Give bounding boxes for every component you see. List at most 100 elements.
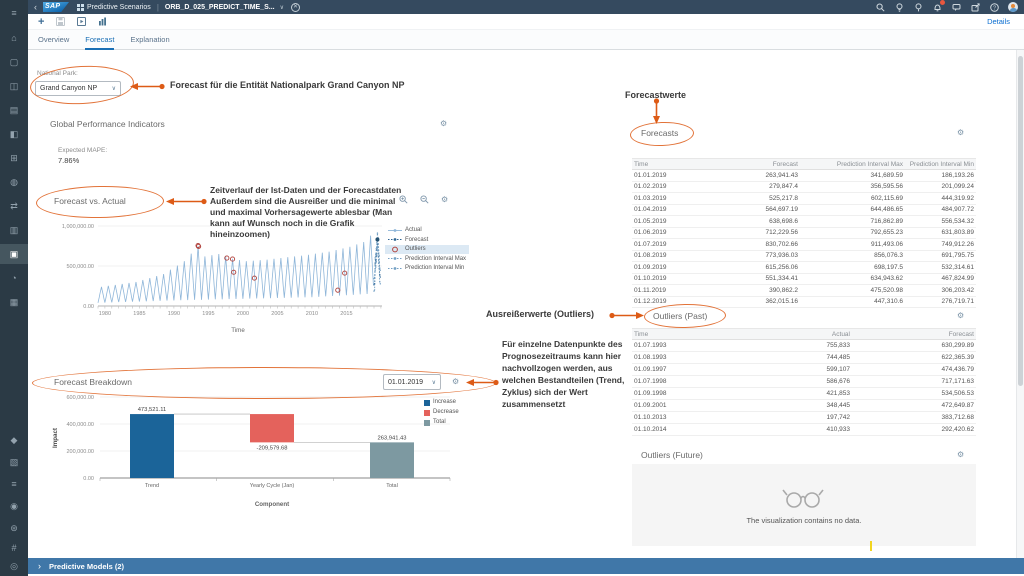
nav-objects-icon[interactable]: # [0,538,28,558]
save-button[interactable] [56,13,65,31]
table-row[interactable]: 01.03.2019525,217.8602,115.69444,319.92 [632,193,976,205]
table-row[interactable]: 01.06.2019712,229.56792,655.23631,803.89 [632,228,976,240]
back-icon[interactable]: ‹ [34,2,37,12]
expand-chevron-icon[interactable]: › [38,561,41,571]
table-row[interactable]: 01.09.2019615,256.06698,197.5532,314.61 [632,262,976,274]
smart-assist-icon[interactable] [913,2,923,12]
column-header[interactable]: Time [632,161,737,168]
fva-title: Forecast vs. Actual [54,196,126,206]
product-breadcrumb[interactable]: Predictive Scenarios [77,4,151,11]
svg-text:0.00: 0.00 [83,304,94,310]
breakdown-settings-gear-icon[interactable]: ⚙ [452,377,459,386]
legend-item[interactable]: Prediction Interval Max [385,255,469,264]
add-button[interactable]: + [38,17,44,27]
discussion-icon[interactable] [951,2,961,12]
chevron-down-icon[interactable]: ∨ [280,4,284,11]
predictive-models-label: Predictive Models (2) [49,562,124,571]
national-park-select[interactable]: Grand Canyon NP ∨ [35,81,121,96]
table-row[interactable]: 01.07.1998586,676717,171.63 [632,376,976,388]
nav-files-icon[interactable]: ◫ [0,76,28,96]
insight-icon[interactable] [894,2,904,12]
annotation-forecastwerte: Forecastwerte [625,90,686,100]
nav-data-flows-icon[interactable]: ⇄ [0,196,28,216]
column-header[interactable]: Actual [752,331,852,338]
document-title[interactable]: ORB_D_025_PREDICT_TIME_S... [165,4,275,11]
chart-view-icon[interactable] [98,13,107,31]
outliers-past-table: TimeActualForecast 01.07.1993755,833630,2… [632,328,976,436]
nav-info-icon[interactable]: ◎ [0,556,28,576]
table-row[interactable]: 01.02.2019279,847.4356,595.56201,099.24 [632,182,976,194]
product-label: Predictive Scenarios [87,4,151,11]
tab-forecast[interactable]: Forecast [85,30,114,50]
column-header[interactable]: Forecast [737,161,800,168]
zoom-out-icon[interactable] [420,195,429,206]
legend-item[interactable]: Outliers [385,245,469,254]
user-avatar[interactable] [1008,2,1018,12]
nav-tools-icon[interactable]: ◆ [0,430,28,450]
nav-profile-icon[interactable]: ◉ [0,496,28,516]
legend-item[interactable]: Increase [424,398,459,407]
nav-applications-icon[interactable]: ⊞ [0,148,28,168]
table-row[interactable]: 01.10.2014410,933292,420.62 [632,424,976,436]
vertical-scrollbar[interactable] [1016,50,1024,558]
column-header[interactable]: Prediction Interval Max [800,161,905,168]
run-button[interactable] [77,13,86,31]
gpi-settings-gear-icon[interactable]: ⚙ [440,119,447,128]
breakdown-date-select[interactable]: 01.01.2019 ∨ [383,374,441,390]
column-header[interactable]: Prediction Interval Min [905,161,976,168]
nav-home-icon[interactable]: ⌂ [0,28,28,48]
legend-item[interactable]: Decrease [424,408,459,417]
outliers-future-settings-gear-icon[interactable]: ⚙ [957,450,964,459]
table-cell: 383,712.68 [852,414,976,421]
nav-settings-icon[interactable]: ⊛ [0,518,28,538]
nav-presentations-icon[interactable]: ◧ [0,124,28,144]
table-row[interactable]: 01.10.2013197,742383,712.68 [632,412,976,424]
table-row[interactable]: 01.08.2019773,936.03856,076.3691,795.75 [632,251,976,263]
nav-datasets-icon[interactable]: ◍ [0,172,28,192]
table-row[interactable]: 01.04.2019564,697.19644,486.65484,907.72 [632,205,976,217]
help-icon[interactable]: ? [989,2,999,12]
fva-settings-gear-icon[interactable]: ⚙ [441,195,448,204]
predictive-models-bar[interactable]: › Predictive Models (2) [28,558,1024,574]
scrollbar-thumb[interactable] [1018,56,1023,386]
notifications-bell-icon[interactable] [932,2,942,12]
table-cell: 773,936.03 [737,252,800,259]
table-row[interactable]: 01.08.1993744,485622,365.39 [632,352,976,364]
table-row[interactable]: 01.12.2019362,015.16447,310.6276,719.71 [632,297,976,309]
svg-text:1980: 1980 [99,311,111,317]
nav-calendar-icon[interactable]: ▦ [0,292,28,312]
table-row[interactable]: 01.09.1997599,107474,436.79 [632,364,976,376]
search-icon[interactable] [875,2,885,12]
table-row[interactable]: 01.05.2019638,698.6716,862.89556,534.32 [632,216,976,228]
table-row[interactable]: 01.10.2019551,334.41634,943.62467,824.99 [632,274,976,286]
column-header[interactable]: Time [632,331,752,338]
annotation-fva-body: Außerdem sind die Ausreißer und die mini… [210,196,395,239]
table-row[interactable]: 01.07.1993755,833630,299.89 [632,340,976,352]
forecast-breakdown-plot: 0.00200,000.00400,000.00600,000.00473,52… [30,392,470,518]
nav-modeler-icon[interactable]: ▥ [0,220,28,240]
nav-menu-icon[interactable]: ≡ [0,3,28,23]
column-header[interactable]: Forecast [852,331,976,338]
table-row[interactable]: 01.07.2019830,702.66911,493.06749,912.26 [632,239,976,251]
nav-predictive-scenarios-icon[interactable]: ▣ [0,244,28,264]
outliers-future-title: Outliers (Future) [641,450,703,460]
table-row[interactable]: 01.09.1998421,853534,506.53 [632,388,976,400]
details-link[interactable]: Details [987,17,1010,26]
tab-overview[interactable]: Overview [38,30,69,50]
nav-notes-icon[interactable]: ≡ [0,474,28,494]
nav-media-icon[interactable]: ▧ [0,452,28,472]
nav-business-content-icon[interactable]: ▤ [0,100,28,120]
legend-swatch [424,420,430,426]
decline-icon[interactable]: ✕ [291,3,300,12]
table-row[interactable]: 01.11.2019390,862.2475,520.98306,203.42 [632,285,976,297]
table-row[interactable]: 01.01.2019263,941.43341,689.59186,193.26 [632,170,976,182]
table-row[interactable]: 01.09.2001348,445472,649.87 [632,400,976,412]
legend-item[interactable]: Prediction Interval Min [385,264,469,273]
tab-explanation[interactable]: Explanation [130,30,169,50]
share-icon[interactable] [970,2,980,12]
nav-recents-icon[interactable]: ◔ [0,268,28,288]
outliers-past-settings-gear-icon[interactable]: ⚙ [957,311,964,320]
nav-stories-icon[interactable]: ▢ [0,52,28,72]
forecasts-settings-gear-icon[interactable]: ⚙ [957,128,964,137]
legend-item[interactable]: Total [424,418,459,427]
